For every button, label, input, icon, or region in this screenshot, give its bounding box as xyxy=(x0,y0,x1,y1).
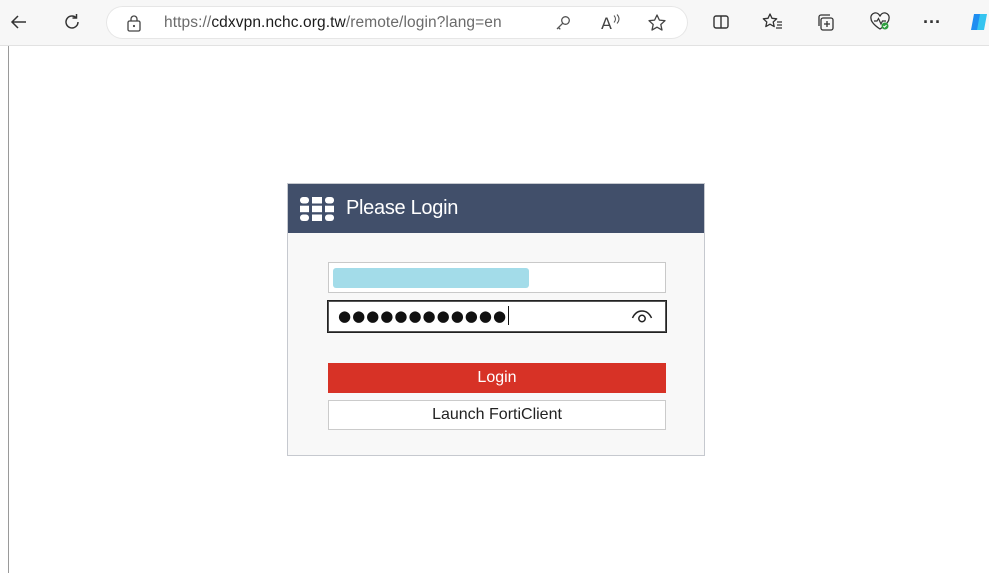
url-scheme: https:// xyxy=(164,14,212,31)
refresh-icon[interactable] xyxy=(57,7,87,37)
url-text[interactable]: https://cdxvpn.nchc.org.tw/remote/login?… xyxy=(164,14,502,32)
dialog-title: Please Login xyxy=(346,197,459,219)
password-mask: ●●●●●●●●●●●● xyxy=(338,307,508,325)
username-input[interactable] xyxy=(328,262,666,293)
lock-icon[interactable] xyxy=(126,14,142,37)
dialog-header: Please Login xyxy=(288,184,704,233)
login-dialog: Please Login ●●●●●●●●●●●● Login Launch F… xyxy=(287,183,705,456)
password-value: ●●●●●●●●●●●● xyxy=(338,306,510,325)
copilot-icon[interactable] xyxy=(964,7,989,37)
favorites-icon[interactable] xyxy=(758,7,788,37)
read-aloud-icon[interactable]: A xyxy=(600,12,622,34)
password-input[interactable]: ●●●●●●●●●●●● xyxy=(328,301,666,332)
browser-toolbar: https://cdxvpn.nchc.org.tw/remote/login?… xyxy=(0,0,989,46)
fortinet-logo-icon xyxy=(300,197,334,226)
text-caret xyxy=(508,306,510,325)
window-left-border xyxy=(8,46,9,573)
url-host: cdxvpn.nchc.org.tw xyxy=(211,14,346,31)
split-screen-icon[interactable] xyxy=(706,7,736,37)
browser-essentials-icon[interactable] xyxy=(865,7,895,37)
page: https://cdxvpn.nchc.org.tw/remote/login?… xyxy=(0,0,989,573)
url-path: /remote/login?lang=en xyxy=(345,14,502,31)
launch-forticlient-button[interactable]: Launch FortiClient xyxy=(328,400,666,430)
read-aloud-label: A xyxy=(601,13,612,33)
key-icon[interactable] xyxy=(552,12,574,34)
login-button[interactable]: Login xyxy=(328,363,666,393)
favorite-star-icon[interactable] xyxy=(646,12,668,34)
username-value-redacted xyxy=(333,268,529,288)
show-password-eye-icon[interactable] xyxy=(631,308,653,329)
more-options-icon[interactable]: ··· xyxy=(917,7,947,37)
back-arrow-icon[interactable] xyxy=(4,7,34,37)
address-bar[interactable]: https://cdxvpn.nchc.org.tw/remote/login?… xyxy=(106,6,688,39)
collections-icon[interactable] xyxy=(811,7,841,37)
